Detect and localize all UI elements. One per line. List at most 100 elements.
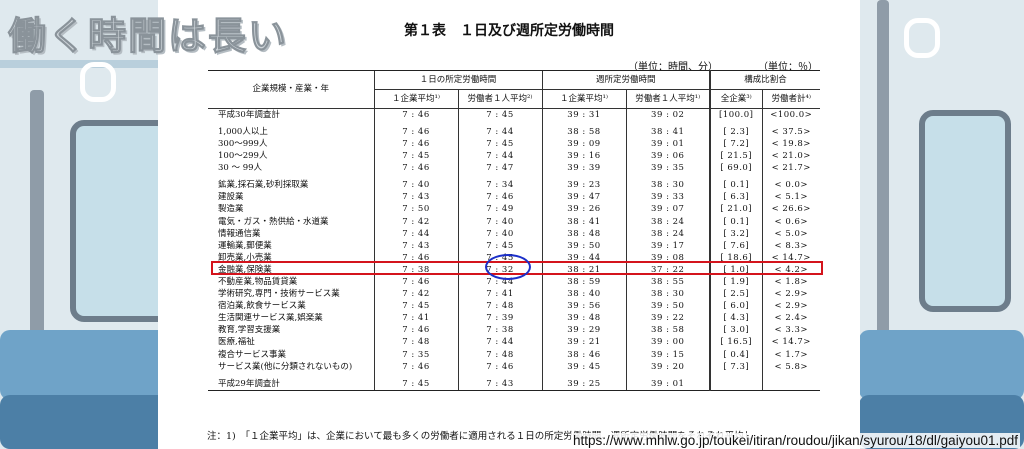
cell-weekly-worker: 38 : 58 bbox=[625, 324, 710, 337]
table-row: 100～299人 7 : 45 7 : 44 39 : 16 39 : 06[ 21.5… bbox=[208, 150, 820, 163]
cell-weekly-worker: 39 : 15 bbox=[625, 348, 710, 361]
cell-weekly-company: 39 : 48 bbox=[541, 312, 626, 325]
cell-daily-company: 7 : 40 bbox=[373, 179, 458, 192]
cell-label: 1,000人以上 bbox=[218, 126, 268, 137]
header-daily-hours: １日の所定労働時間 bbox=[373, 70, 542, 90]
table-row: 300～999人 7 : 46 7 : 45 39 : 09 39 : 01[ 7.2]… bbox=[208, 138, 820, 151]
cell-daily-worker: 7 : 44 bbox=[457, 126, 542, 139]
cell-daily-company: 7 : 45 bbox=[373, 300, 458, 313]
cell-daily-worker: 7 : 45 bbox=[457, 138, 542, 151]
cell-label: 運輸業,郵便業 bbox=[218, 240, 272, 251]
cell-weekly-worker: 39 : 06 bbox=[625, 150, 710, 163]
cell-daily-worker: 7 : 40 bbox=[457, 227, 542, 240]
cell-daily-company: 7 : 42 bbox=[373, 288, 458, 301]
cell-weekly-company: 38 : 58 bbox=[541, 126, 626, 139]
cell-daily-company: 7 : 43 bbox=[373, 239, 458, 253]
cell-daily-company: 7 : 48 bbox=[373, 336, 458, 349]
cell-ratio-workers: < 19.8> bbox=[761, 138, 820, 151]
cell-label: 教育,学習支援業 bbox=[218, 325, 281, 336]
cell-ratio-all: [ 0.4] bbox=[709, 348, 762, 361]
cell-daily-worker: 7 : 49 bbox=[457, 203, 542, 216]
cell-ratio-all: [ 6.0] bbox=[709, 300, 762, 313]
cell-ratio-workers: < 2.4> bbox=[761, 312, 820, 325]
cell-ratio-all: [ 21.0] bbox=[709, 203, 762, 216]
cell-ratio-workers: < 2.9> bbox=[761, 288, 820, 301]
table-row: 平成29年調査計 7 : 45 7 : 43 39 : 25 39 : 01 bbox=[208, 377, 820, 392]
cell-ratio-all: [ 6.3] bbox=[709, 191, 762, 204]
cell-weekly-worker: 39 : 22 bbox=[625, 312, 710, 325]
cell-weekly-worker: 38 : 30 bbox=[625, 288, 710, 301]
cell-label: 建設業 bbox=[218, 192, 244, 203]
cell-weekly-company: 39 : 09 bbox=[541, 138, 626, 151]
table-row: 学術研究,専門・技術サービス業 7 : 42 7 : 41 38 : 40 38 : 3… bbox=[208, 288, 820, 301]
cell-daily-company: 7 : 50 bbox=[373, 203, 458, 216]
cell-label: 複合サービス事業 bbox=[218, 349, 287, 360]
cell-daily-worker: 7 : 43 bbox=[457, 377, 542, 392]
cell-weekly-worker: 38 : 24 bbox=[625, 215, 710, 228]
hand-strap-icon bbox=[904, 18, 940, 58]
cell-ratio-all: [ 3.0] bbox=[709, 324, 762, 337]
cell-ratio-workers: < 3.3> bbox=[761, 324, 820, 337]
cell-weekly-company: 38 : 40 bbox=[541, 288, 626, 301]
cell-ratio-all: [ 16.5] bbox=[709, 336, 762, 349]
cell-weekly-company: 38 : 41 bbox=[541, 215, 626, 228]
cell-label: 30 ～ 99人 bbox=[218, 163, 263, 174]
table-row: 建設業 7 : 43 7 : 46 39 : 47 39 : 33[ 6.3] < 5.1… bbox=[208, 191, 820, 204]
cell-label: 製造業 bbox=[218, 204, 244, 215]
cell-daily-worker: 7 : 44 bbox=[457, 150, 542, 163]
header-weekly-company-avg: １企業平均¹⁾ bbox=[541, 89, 626, 109]
header-row-label: 企業規模・産業・年 bbox=[208, 70, 374, 109]
cell-daily-worker: 7 : 47 bbox=[457, 162, 542, 175]
cell-weekly-company: 39 : 21 bbox=[541, 336, 626, 349]
header-weekly-worker-avg: 労働者１人平均¹⁾ bbox=[625, 89, 710, 109]
cell-daily-worker: 7 : 45 bbox=[457, 108, 542, 122]
cell-ratio-workers: < 21.0> bbox=[761, 150, 820, 163]
cell-label: サービス業(他に分類されないもの) bbox=[218, 361, 353, 372]
cell-label: 医療,福祉 bbox=[218, 337, 255, 348]
cell-daily-worker: 7 : 45 bbox=[457, 239, 542, 253]
cell-weekly-company: 39 : 50 bbox=[541, 239, 626, 253]
highlight-circle bbox=[485, 254, 531, 280]
cell-weekly-worker: 38 : 41 bbox=[625, 126, 710, 139]
cell-ratio-all: [ 2.5] bbox=[709, 288, 762, 301]
cell-weekly-worker: 39 : 17 bbox=[625, 239, 710, 253]
cell-daily-company: 7 : 44 bbox=[373, 227, 458, 240]
table-row: 電気・ガス・熱供給・水道業 7 : 42 7 : 40 38 : 41 38 : 24[… bbox=[208, 215, 820, 228]
cell-weekly-worker: 39 : 00 bbox=[625, 336, 710, 349]
cell-daily-company: 7 : 46 bbox=[373, 360, 458, 373]
working-hours-table: 企業規模・産業・年 １日の所定労働時間 週所定労働時間 構成比割合 １企業平均¹… bbox=[208, 70, 820, 392]
cell-ratio-all: [ 7.6] bbox=[709, 239, 762, 253]
cell-weekly-worker: 39 : 01 bbox=[625, 377, 710, 392]
cell-ratio-workers: < 14.7> bbox=[761, 336, 820, 349]
cell-daily-worker: 7 : 48 bbox=[457, 300, 542, 313]
table-row: 1,000人以上 7 : 46 7 : 44 38 : 58 38 : 41[ 2.3]… bbox=[208, 126, 820, 139]
header-composition-ratio: 構成比割合 bbox=[709, 70, 820, 90]
hand-strap-icon bbox=[80, 62, 116, 102]
cell-daily-company: 7 : 46 bbox=[373, 324, 458, 337]
cell-daily-worker: 7 : 44 bbox=[457, 336, 542, 349]
cell-weekly-company: 39 : 45 bbox=[541, 360, 626, 373]
cell-label: 平成30年調査計 bbox=[218, 109, 280, 120]
cell-daily-company: 7 : 43 bbox=[373, 191, 458, 204]
table-row: 宿泊業,飲食サービス業 7 : 45 7 : 48 39 : 56 39 : 50[ 6… bbox=[208, 300, 820, 313]
cell-ratio-all: [ 4.3] bbox=[709, 312, 762, 325]
header-daily-worker-avg: 労働者１人平均²⁾ bbox=[457, 89, 542, 109]
table-row: 平成30年調査計 7 : 46 7 : 45 39 : 31 39 : 02 [100.0… bbox=[208, 108, 820, 122]
document-page: 第１表 １日及び週所定労働時間 （単位：時間、分） （単位：％） 企業規模・産業… bbox=[158, 0, 860, 449]
cell-weekly-worker: 39 : 01 bbox=[625, 138, 710, 151]
cell-ratio-workers: < 0.0> bbox=[761, 179, 820, 192]
table-row: 医療,福祉 7 : 48 7 : 44 39 : 21 39 : 00[ 16.5] < … bbox=[208, 336, 820, 349]
cell-weekly-worker: 39 : 02 bbox=[625, 108, 710, 122]
table-row: 30 ～ 99人 7 : 46 7 : 47 39 : 39 39 : 35[ 69.0… bbox=[208, 162, 820, 175]
table-row: 生活関連サービス業,娯楽業 7 : 41 7 : 39 39 : 48 39 : 22[… bbox=[208, 312, 820, 325]
cell-ratio-all: [ 0.1] bbox=[709, 179, 762, 192]
table-row: 情報通信業 7 : 44 7 : 40 38 : 48 38 : 24[ 3.2] < 5… bbox=[208, 227, 820, 240]
cell-ratio-all: [ 1.9] bbox=[709, 276, 762, 289]
cell-ratio-workers: < 2.9> bbox=[761, 300, 820, 313]
source-url[interactable]: https://www.mhlw.go.jp/toukei/itiran/rou… bbox=[570, 433, 1020, 448]
cell-weekly-company: 39 : 26 bbox=[541, 203, 626, 216]
table-row: 複合サービス事業 7 : 35 7 : 48 38 : 46 39 : 15[ 0.4]… bbox=[208, 348, 820, 361]
cell-weekly-worker: 39 : 20 bbox=[625, 360, 710, 373]
train-seat bbox=[859, 330, 1024, 400]
cell-label: 300～999人 bbox=[218, 138, 268, 149]
